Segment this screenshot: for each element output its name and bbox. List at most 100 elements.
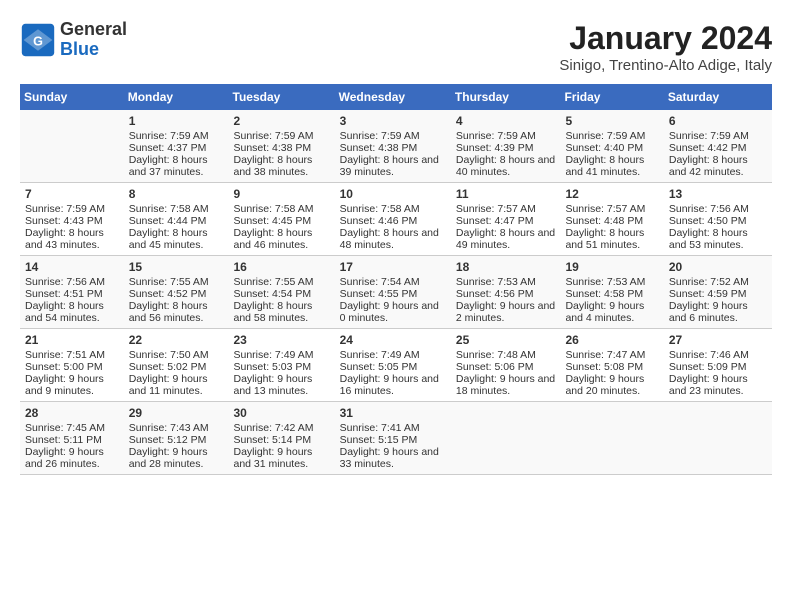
cell-content: 21Sunrise: 7:51 AMSunset: 5:00 PMDayligh… bbox=[25, 333, 119, 397]
calendar-cell bbox=[451, 402, 561, 475]
calendar-cell: 27Sunrise: 7:46 AMSunset: 5:09 PMDayligh… bbox=[664, 329, 772, 402]
sunrise-text: Sunrise: 7:59 AM bbox=[669, 130, 767, 142]
calendar-cell: 18Sunrise: 7:53 AMSunset: 4:56 PMDayligh… bbox=[451, 256, 561, 329]
daylight-text: Daylight: 9 hours and 0 minutes. bbox=[340, 300, 446, 324]
calendar-cell: 26Sunrise: 7:47 AMSunset: 5:08 PMDayligh… bbox=[560, 329, 663, 402]
calendar-cell: 20Sunrise: 7:52 AMSunset: 4:59 PMDayligh… bbox=[664, 256, 772, 329]
calendar-cell: 28Sunrise: 7:45 AMSunset: 5:11 PMDayligh… bbox=[20, 402, 124, 475]
calendar-header-row: SundayMondayTuesdayWednesdayThursdayFrid… bbox=[20, 84, 772, 110]
cell-content: 28Sunrise: 7:45 AMSunset: 5:11 PMDayligh… bbox=[25, 406, 119, 470]
daylight-text: Daylight: 9 hours and 11 minutes. bbox=[129, 373, 224, 397]
day-number: 25 bbox=[456, 333, 556, 347]
day-number: 10 bbox=[340, 187, 446, 201]
daylight-text: Daylight: 8 hours and 41 minutes. bbox=[565, 154, 658, 178]
logo-icon: G bbox=[20, 22, 56, 58]
calendar-cell: 24Sunrise: 7:49 AMSunset: 5:05 PMDayligh… bbox=[335, 329, 451, 402]
sunset-text: Sunset: 4:46 PM bbox=[340, 215, 446, 227]
daylight-text: Daylight: 8 hours and 53 minutes. bbox=[669, 227, 767, 251]
sunrise-text: Sunrise: 7:58 AM bbox=[129, 203, 224, 215]
cell-content: 30Sunrise: 7:42 AMSunset: 5:14 PMDayligh… bbox=[234, 406, 330, 470]
daylight-text: Daylight: 8 hours and 51 minutes. bbox=[565, 227, 658, 251]
day-number: 20 bbox=[669, 260, 767, 274]
daylight-text: Daylight: 9 hours and 9 minutes. bbox=[25, 373, 119, 397]
sunset-text: Sunset: 5:02 PM bbox=[129, 361, 224, 373]
sunrise-text: Sunrise: 7:59 AM bbox=[340, 130, 446, 142]
sunrise-text: Sunrise: 7:58 AM bbox=[234, 203, 330, 215]
day-number: 23 bbox=[234, 333, 330, 347]
sunset-text: Sunset: 4:42 PM bbox=[669, 142, 767, 154]
calendar-cell: 7Sunrise: 7:59 AMSunset: 4:43 PMDaylight… bbox=[20, 183, 124, 256]
sunrise-text: Sunrise: 7:47 AM bbox=[565, 349, 658, 361]
day-number: 28 bbox=[25, 406, 119, 420]
daylight-text: Daylight: 9 hours and 20 minutes. bbox=[565, 373, 658, 397]
cell-content: 4Sunrise: 7:59 AMSunset: 4:39 PMDaylight… bbox=[456, 114, 556, 178]
sunset-text: Sunset: 5:06 PM bbox=[456, 361, 556, 373]
day-number: 29 bbox=[129, 406, 224, 420]
header-tuesday: Tuesday bbox=[229, 84, 335, 110]
daylight-text: Daylight: 8 hours and 48 minutes. bbox=[340, 227, 446, 251]
sunset-text: Sunset: 5:12 PM bbox=[129, 434, 224, 446]
week-row-3: 21Sunrise: 7:51 AMSunset: 5:00 PMDayligh… bbox=[20, 329, 772, 402]
day-number: 17 bbox=[340, 260, 446, 274]
header-monday: Monday bbox=[124, 84, 229, 110]
day-number: 26 bbox=[565, 333, 658, 347]
sunrise-text: Sunrise: 7:57 AM bbox=[565, 203, 658, 215]
logo-general: General bbox=[60, 20, 127, 40]
cell-content: 12 Sunrise: 7:57 AMSunset: 4:48 PMDayligh… bbox=[565, 187, 658, 251]
calendar-cell: 23 Sunrise: 7:49 AMSunset: 5:03 PMDayligh… bbox=[229, 329, 335, 402]
calendar-cell: 31Sunrise: 7:41 AMSunset: 5:15 PMDayligh… bbox=[335, 402, 451, 475]
daylight-text: Daylight: 8 hours and 38 minutes. bbox=[234, 154, 330, 178]
sunset-text: Sunset: 4:48 PM bbox=[565, 215, 658, 227]
cell-content: 1Sunrise: 7:59 AMSunset: 4:37 PMDaylight… bbox=[129, 114, 224, 178]
day-number: 31 bbox=[340, 406, 446, 420]
calendar-table: SundayMondayTuesdayWednesdayThursdayFrid… bbox=[20, 84, 772, 475]
cell-content: 24Sunrise: 7:49 AMSunset: 5:05 PMDayligh… bbox=[340, 333, 446, 397]
sunset-text: Sunset: 5:03 PM bbox=[234, 361, 330, 373]
page-header: G General Blue January 2024 Sinigo, Tren… bbox=[20, 20, 772, 74]
sunrise-text: Sunrise: 7:53 AM bbox=[565, 276, 658, 288]
cell-content: 13Sunrise: 7:56 AMSunset: 4:50 PMDayligh… bbox=[669, 187, 767, 251]
sunset-text: Sunset: 5:00 PM bbox=[25, 361, 119, 373]
calendar-cell: 5Sunrise: 7:59 AMSunset: 4:40 PMDaylight… bbox=[560, 110, 663, 183]
calendar-cell: 15Sunrise: 7:55 AMSunset: 4:52 PMDayligh… bbox=[124, 256, 229, 329]
sunset-text: Sunset: 4:38 PM bbox=[340, 142, 446, 154]
calendar-cell: 14Sunrise: 7:56 AMSunset: 4:51 PMDayligh… bbox=[20, 256, 124, 329]
sunrise-text: Sunrise: 7:49 AM bbox=[234, 349, 330, 361]
sunrise-text: Sunrise: 7:55 AM bbox=[129, 276, 224, 288]
header-wednesday: Wednesday bbox=[335, 84, 451, 110]
sunrise-text: Sunrise: 7:56 AM bbox=[25, 276, 119, 288]
calendar-cell: 12 Sunrise: 7:57 AMSunset: 4:48 PMDayligh… bbox=[560, 183, 663, 256]
day-number: 8 bbox=[129, 187, 224, 201]
sunset-text: Sunset: 4:50 PM bbox=[669, 215, 767, 227]
cell-content: 6Sunrise: 7:59 AMSunset: 4:42 PMDaylight… bbox=[669, 114, 767, 178]
daylight-text: Daylight: 9 hours and 13 minutes. bbox=[234, 373, 330, 397]
daylight-text: Daylight: 8 hours and 37 minutes. bbox=[129, 154, 224, 178]
daylight-text: Daylight: 8 hours and 40 minutes. bbox=[456, 154, 556, 178]
sunrise-text: Sunrise: 7:56 AM bbox=[669, 203, 767, 215]
sunrise-text: Sunrise: 7:59 AM bbox=[234, 130, 330, 142]
sunset-text: Sunset: 4:51 PM bbox=[25, 288, 119, 300]
sunset-text: Sunset: 4:39 PM bbox=[456, 142, 556, 154]
sunset-text: Sunset: 4:59 PM bbox=[669, 288, 767, 300]
cell-content: 27Sunrise: 7:46 AMSunset: 5:09 PMDayligh… bbox=[669, 333, 767, 397]
daylight-text: Daylight: 9 hours and 26 minutes. bbox=[25, 446, 119, 470]
calendar-cell: 9Sunrise: 7:58 AMSunset: 4:45 PMDaylight… bbox=[229, 183, 335, 256]
sunrise-text: Sunrise: 7:41 AM bbox=[340, 422, 446, 434]
daylight-text: Daylight: 9 hours and 23 minutes. bbox=[669, 373, 767, 397]
day-number: 14 bbox=[25, 260, 119, 274]
day-number: 15 bbox=[129, 260, 224, 274]
daylight-text: Daylight: 8 hours and 39 minutes. bbox=[340, 154, 446, 178]
svg-text:G: G bbox=[33, 34, 43, 48]
cell-content: 5Sunrise: 7:59 AMSunset: 4:40 PMDaylight… bbox=[565, 114, 658, 178]
calendar-cell bbox=[20, 110, 124, 183]
calendar-cell: 6Sunrise: 7:59 AMSunset: 4:42 PMDaylight… bbox=[664, 110, 772, 183]
day-number: 16 bbox=[234, 260, 330, 274]
sunset-text: Sunset: 4:56 PM bbox=[456, 288, 556, 300]
calendar-cell bbox=[664, 402, 772, 475]
cell-content: 25Sunrise: 7:48 AMSunset: 5:06 PMDayligh… bbox=[456, 333, 556, 397]
calendar-cell: 3 Sunrise: 7:59 AMSunset: 4:38 PMDaylight… bbox=[335, 110, 451, 183]
day-number: 3 bbox=[340, 114, 446, 128]
daylight-text: Daylight: 8 hours and 49 minutes. bbox=[456, 227, 556, 251]
sunset-text: Sunset: 5:05 PM bbox=[340, 361, 446, 373]
day-number: 12 bbox=[565, 187, 658, 201]
